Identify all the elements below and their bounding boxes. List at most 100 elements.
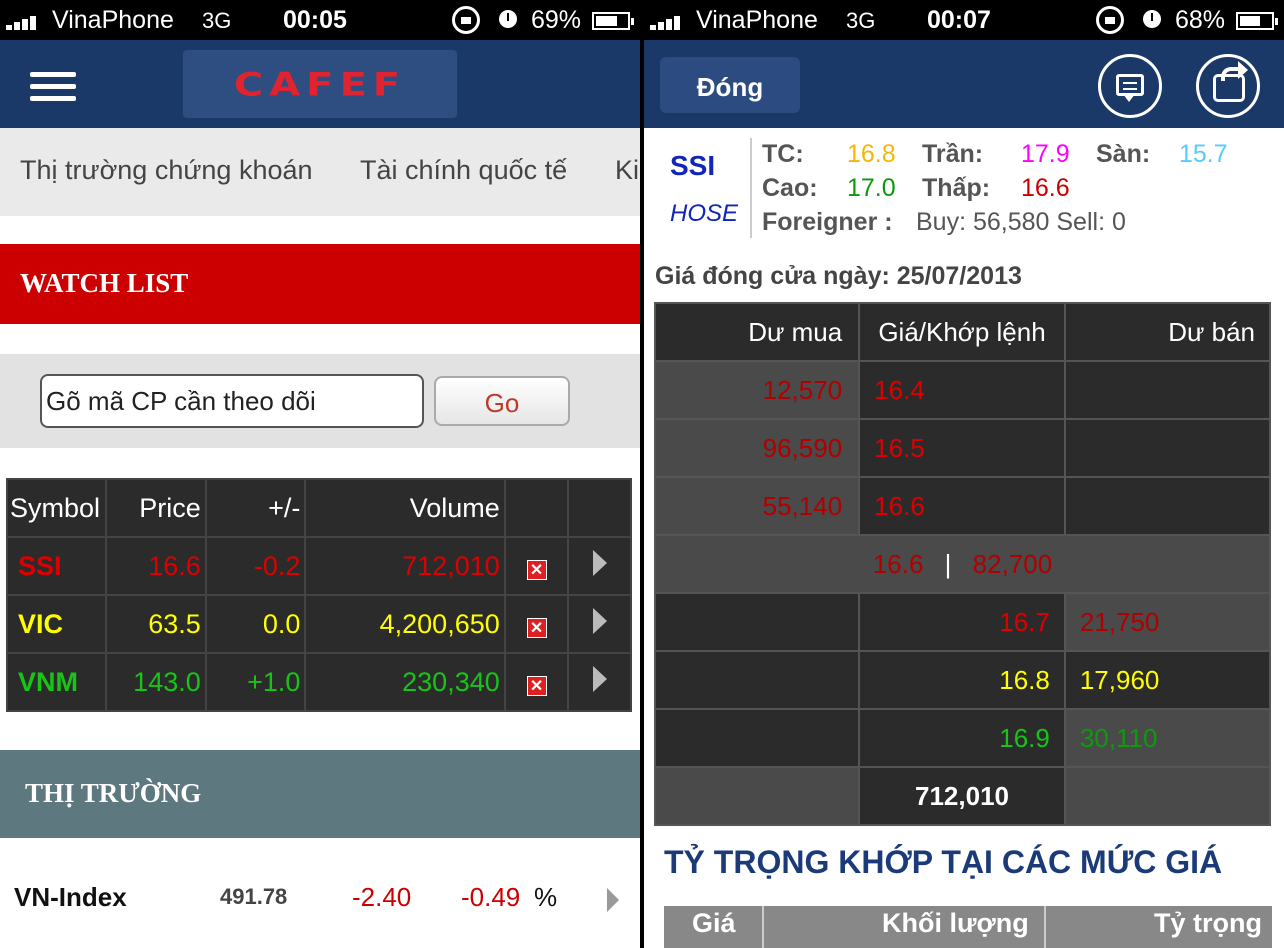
carrier-name: VinaPhone <box>696 6 818 34</box>
divider-line <box>750 138 752 238</box>
col-detail <box>567 478 632 538</box>
bid-volume: 12,570 <box>653 360 861 420</box>
tc-label: TC: <box>762 140 804 168</box>
bid-price: 16.6 <box>858 476 1066 536</box>
ask-volume: 17,960 <box>1063 650 1272 710</box>
floor-value: 15.7 <box>1179 140 1228 168</box>
watchlist-header: WATCH LIST <box>0 244 640 324</box>
carrier-name: VinaPhone <box>52 6 174 34</box>
bid-price: 16.4 <box>858 360 1066 420</box>
order-book-header: Dư mua Giá/Khớp lệnh Dư bán <box>653 302 1272 362</box>
remove-icon[interactable]: ✕ <box>526 559 547 580</box>
watchlist-search: Gõ mã CP cần theo dõi Go <box>0 354 640 448</box>
row-volume: 230,340 <box>304 652 506 712</box>
weights-table-header: Giá Khối lượng Tỷ trọng <box>664 906 1272 948</box>
table-header-row: Symbol Price +/- Volume <box>6 478 632 538</box>
tab-international-finance[interactable]: Tài chính quốc tế <box>360 155 567 186</box>
row-price: 63.5 <box>104 594 207 654</box>
match-volume: 82,700 <box>972 548 1053 579</box>
row-change: 0.0 <box>204 594 307 654</box>
row-price: 16.6 <box>104 536 207 596</box>
remove-icon[interactable]: ✕ <box>526 617 547 638</box>
foreigner-label: Foreigner : <box>762 208 893 236</box>
tab-stock-market[interactable]: Thị trường chứng khoán <box>20 155 313 186</box>
col-price-match: Giá/Khớp lệnh <box>858 302 1066 362</box>
stock-info: SSI HOSE TC: 16.8 Trần: 17.9 Sàn: 15.7 C… <box>644 128 1284 248</box>
go-button[interactable]: Go <box>434 376 570 426</box>
share-button[interactable] <box>1196 54 1260 118</box>
match-separator: | <box>944 548 952 579</box>
total-volume: 712,010 <box>858 766 1066 826</box>
network-type: 3G <box>846 8 876 33</box>
weights-title: TỶ TRỌNG KHỚP TẠI CÁC MỨC GIÁ <box>664 844 1223 880</box>
chevron-right-icon[interactable] <box>592 607 607 634</box>
alarm-icon <box>499 10 517 28</box>
table-row[interactable]: VIC 63.5 0.0 4,200,650 ✕ <box>6 594 632 654</box>
status-time: 00:05 <box>283 6 347 34</box>
row-price: 143.0 <box>104 652 207 712</box>
close-button[interactable]: Đóng <box>660 57 800 113</box>
table-row[interactable]: VNM 143.0 +1.0 230,340 ✕ <box>6 652 632 712</box>
cafef-logo[interactable]: CAFEF <box>183 50 457 118</box>
battery-icon <box>1236 12 1278 30</box>
col-weight: Tỷ trọng <box>1154 908 1262 938</box>
row-symbol: SSI <box>6 536 107 596</box>
ask-row: 16.8 17,960 <box>653 650 1272 710</box>
col-price: Giá <box>692 908 736 938</box>
chevron-right-icon[interactable] <box>592 665 607 692</box>
col-bid-volume: Dư mua <box>653 302 861 362</box>
comment-button[interactable] <box>1098 54 1162 118</box>
row-change: +1.0 <box>204 652 307 712</box>
watchlist-table: Symbol Price +/- Volume SSI 16.6 -0.2 71… <box>6 478 632 712</box>
bid-volume: 55,140 <box>653 476 861 536</box>
app-header: CAFEF <box>0 40 640 128</box>
chevron-right-icon[interactable] <box>592 549 607 576</box>
symbol-search-input[interactable]: Gõ mã CP cần theo dõi <box>40 374 424 428</box>
stock-symbol: SSI <box>670 150 716 181</box>
hamburger-menu-icon[interactable] <box>30 72 76 102</box>
right-screen: VinaPhone 3G 00:07 68% Đóng SSI HOSE TC:… <box>644 0 1284 948</box>
ask-price: 16.8 <box>858 650 1066 710</box>
status-time: 00:07 <box>927 6 991 34</box>
market-header: THỊ TRƯỜNG <box>0 750 640 838</box>
detail-header: Đóng <box>644 40 1284 128</box>
category-tabs: Thị trường chứng khoán Tài chính quốc tế… <box>0 128 640 216</box>
network-type: 3G <box>202 8 232 33</box>
battery-percent: 68% <box>1175 6 1226 34</box>
battery-icon <box>592 12 634 30</box>
alarm-icon <box>1143 10 1161 28</box>
bid-row: 55,140 16.6 <box>653 476 1272 536</box>
remove-icon[interactable]: ✕ <box>526 675 547 696</box>
high-value: 17.0 <box>847 174 896 202</box>
row-volume: 4,200,650 <box>304 594 506 654</box>
ask-row: 16.9 30,110 <box>653 708 1272 768</box>
floor-label: Sàn: <box>1096 140 1151 168</box>
col-ask-volume: Dư bán <box>1063 302 1272 362</box>
row-symbol: VIC <box>6 594 107 654</box>
closing-date: Giá đóng cửa ngày: 25/07/2013 <box>655 262 1022 290</box>
low-value: 16.6 <box>1021 174 1070 202</box>
comment-icon <box>1116 74 1144 96</box>
tab-partial[interactable]: Ki <box>615 155 639 186</box>
col-price: Price <box>104 478 207 538</box>
ceiling-value: 17.9 <box>1021 140 1070 168</box>
vn-index-row[interactable]: VN-Index 491.78 -2.40 -0.49 % <box>0 866 640 936</box>
match-price: 16.6 <box>872 548 924 579</box>
col-remove <box>503 478 570 538</box>
ask-row: 16.7 21,750 <box>653 592 1272 652</box>
index-value: 491.78 <box>220 884 288 909</box>
rotation-lock-icon <box>1096 6 1124 34</box>
percent-sign: % <box>534 882 558 912</box>
status-bar: VinaPhone 3G 00:07 68% <box>644 0 1284 40</box>
col-volume: Volume <box>304 478 506 538</box>
chevron-right-icon[interactable] <box>607 888 619 912</box>
table-row[interactable]: SSI 16.6 -0.2 712,010 ✕ <box>6 536 632 596</box>
battery-percent: 69% <box>531 6 582 34</box>
row-change: -0.2 <box>204 536 307 596</box>
index-percent: -0.49 <box>461 882 521 912</box>
low-label: Thấp: <box>922 174 991 202</box>
order-book-table: Dư mua Giá/Khớp lệnh Dư bán 12,570 16.4 … <box>653 302 1272 826</box>
match-row: 16.6 | 82,700 <box>654 534 1271 594</box>
bid-volume: 96,590 <box>653 418 861 478</box>
ceiling-label: Trần: <box>922 140 984 168</box>
